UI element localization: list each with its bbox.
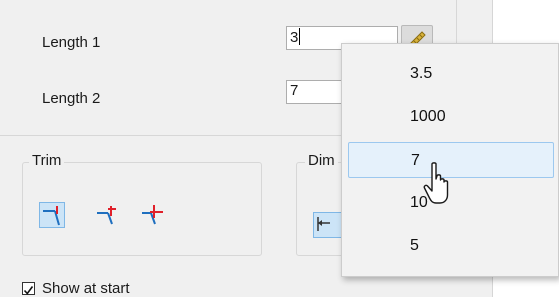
- hand-pointer-cursor-icon: [423, 162, 449, 204]
- dimension-icon: [317, 217, 330, 231]
- dropdown-item[interactable]: 3.5: [348, 56, 554, 92]
- trim-cross-button[interactable]: [141, 202, 167, 228]
- trim-group-title: Trim: [29, 152, 65, 169]
- trim-corner-button[interactable]: [39, 202, 65, 228]
- dropdown-item[interactable]: 5: [348, 228, 554, 264]
- checkmark-icon: [23, 286, 34, 295]
- dim-group-title: Dim: [305, 152, 338, 169]
- dropdown-item[interactable]: 1000: [348, 99, 554, 135]
- text-caret: [299, 28, 301, 45]
- trim-extend-button[interactable]: [96, 202, 122, 228]
- length2-label: Length 2: [42, 90, 101, 107]
- length1-label: Length 1: [42, 34, 101, 51]
- length2-value: 7: [290, 82, 299, 99]
- trim-corner-icon: [43, 206, 60, 226]
- trim-extend-icon: [97, 206, 116, 225]
- length1-value: 3: [290, 29, 299, 46]
- value-history-dropdown[interactable]: 3.5 1000 7 10 5: [341, 43, 559, 277]
- show-at-start-checkbox[interactable]: [22, 282, 35, 295]
- trim-cross-icon: [142, 205, 163, 225]
- dim-option-button[interactable]: [313, 212, 343, 238]
- show-at-start-label: Show at start: [42, 280, 130, 297]
